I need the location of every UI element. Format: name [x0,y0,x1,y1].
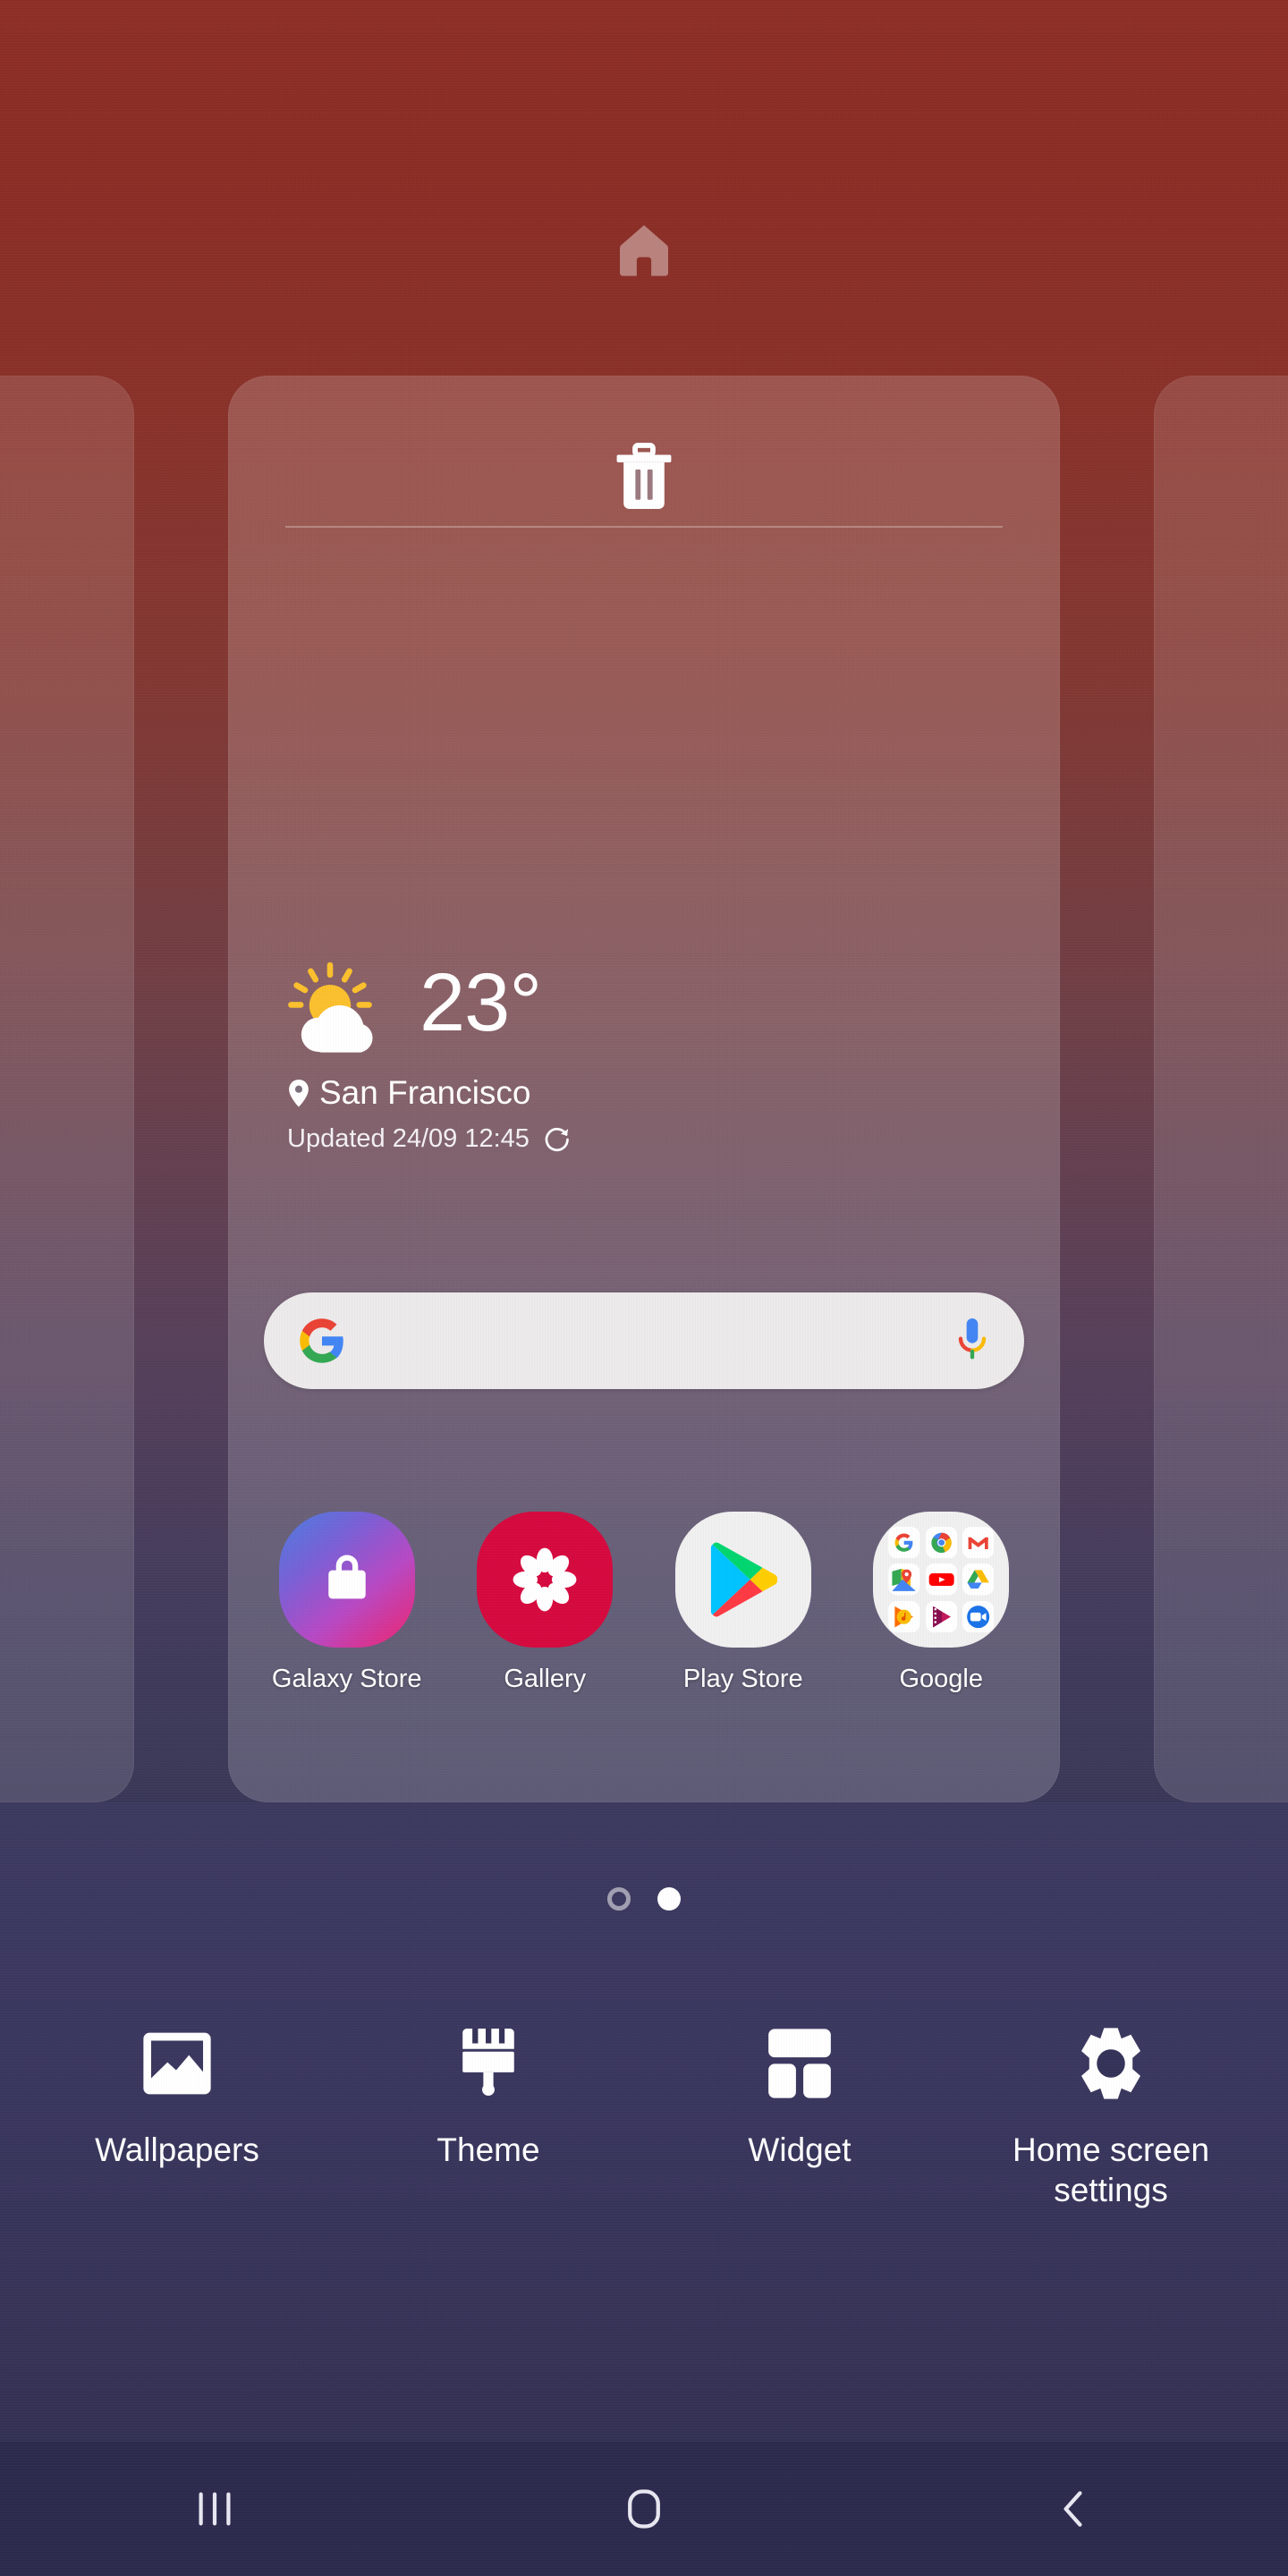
folder-item-chrome [925,1527,957,1559]
wallpaper-image-icon [131,2017,224,2110]
folder-item-duo [962,1600,995,1632]
page-card-divider [285,526,1003,528]
location-pin-icon [287,1079,310,1107]
default-home-page-indicator[interactable] [608,215,680,286]
app-galaxy-store[interactable]: Galaxy Store [248,1512,446,1695]
page-indicator [0,1887,1288,1911]
sun-behind-cloud-icon [282,962,403,1055]
folder-item-maps [888,1563,920,1596]
page-dot-2[interactable] [657,1887,681,1911]
google-search-bar[interactable] [264,1292,1024,1389]
trash-icon [614,443,674,511]
widget-grid-icon [753,2017,846,2110]
option-label: Home screen settings [1012,2131,1210,2209]
galaxy-store-icon [278,1512,415,1648]
option-theme[interactable]: Theme [333,2017,644,2210]
option-label: Widget [748,2131,852,2168]
folder-item-drive [962,1563,995,1596]
weather-widget[interactable]: 23° San Francisco Updated 24/09 12:45 [282,962,1006,1154]
option-label: Theme [436,2131,540,2168]
page-dot-1[interactable] [607,1887,631,1911]
app-icon-row: Galaxy Store Gallery Play Store Google [248,1512,1040,1695]
weather-temperature: 23° [419,957,542,1048]
folder-item-gmail [962,1527,995,1559]
home-square-icon [622,2486,666,2532]
google-g-icon [298,1317,346,1365]
home-icon [612,218,676,283]
app-play-store[interactable]: Play Store [644,1512,843,1695]
app-label: Google [899,1665,983,1693]
folder-mini-grid [888,1527,995,1632]
nav-recents-button[interactable] [0,2442,429,2576]
option-widget[interactable]: Widget [644,2017,955,2210]
folder-item-play-music [888,1600,920,1632]
google-folder-icon [873,1512,1010,1648]
option-wallpapers[interactable]: Wallpapers [21,2017,333,2210]
weather-location-row: San Francisco [282,1074,1006,1112]
folder-item-play-movies [925,1600,957,1632]
home-page-preview-current[interactable]: 23° San Francisco Updated 24/09 12:45 Ga… [228,376,1060,1802]
app-google-folder[interactable]: Google [843,1512,1041,1695]
option-home-screen-settings[interactable]: Home screen settings [955,2017,1267,2210]
weather-primary-row: 23° [282,962,1006,1055]
play-store-icon [674,1512,811,1648]
folder-item-google [888,1527,920,1559]
weather-city: San Francisco [319,1074,531,1111]
home-page-preview-next[interactable] [1154,376,1288,1802]
app-label: Play Store [682,1665,803,1693]
home-page-preview-previous[interactable] [0,376,134,1802]
remove-page-button[interactable] [228,428,1060,526]
paintbrush-icon [442,2017,535,2110]
app-label: Gallery [504,1665,587,1693]
recents-icon [192,2487,237,2531]
edit-mode-option-bar: Wallpapers Theme Widget Home screen sett… [0,2017,1288,2210]
back-chevron-icon [1051,2486,1096,2532]
weather-updated-text: Updated 24/09 12:45 [287,1124,530,1153]
app-gallery[interactable]: Gallery [446,1512,645,1695]
refresh-icon[interactable] [544,1126,571,1153]
gear-icon [1064,2017,1157,2110]
system-navigation-bar [0,2442,1288,2576]
microphone-icon[interactable] [954,1317,990,1365]
nav-home-button[interactable] [429,2442,859,2576]
app-label: Galaxy Store [271,1665,422,1693]
nav-back-button[interactable] [859,2442,1288,2576]
weather-updated-row: Updated 24/09 12:45 [282,1124,1006,1154]
home-page-carousel: 23° San Francisco Updated 24/09 12:45 Ga… [0,376,1288,1802]
home-screen-edit-mode: 23° San Francisco Updated 24/09 12:45 Ga… [0,0,1288,2576]
gallery-flower-icon [477,1512,614,1648]
folder-item-youtube [925,1563,957,1596]
option-label: Wallpapers [95,2131,259,2168]
